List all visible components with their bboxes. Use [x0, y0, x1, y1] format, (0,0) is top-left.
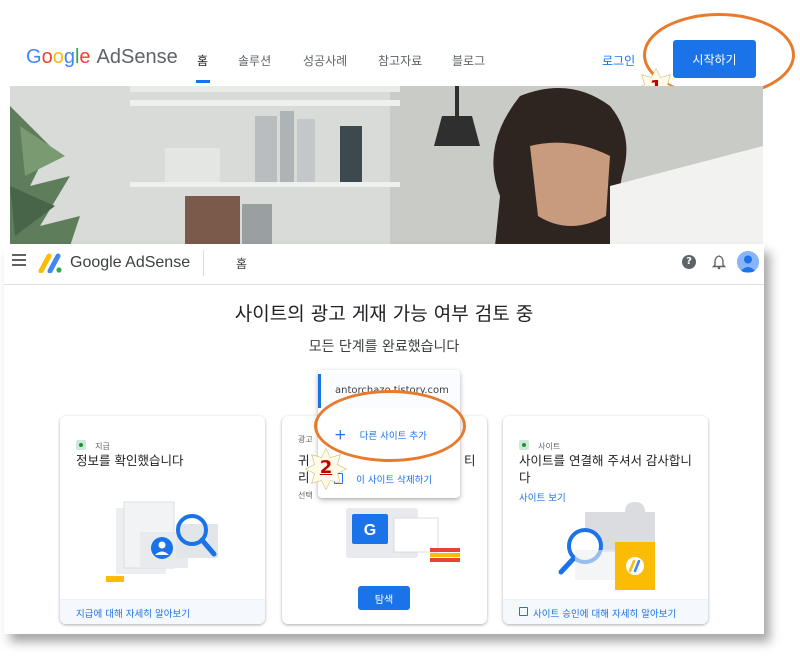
- adsense-app-window: Google AdSense 홈 ? 사이트의 광고 게재 가능 여부 검토 중…: [4, 244, 764, 634]
- nav-resources[interactable]: 참고자료: [378, 52, 422, 69]
- header-divider: [203, 250, 204, 276]
- nav-home[interactable]: 홈: [197, 52, 208, 69]
- sites-card-label-row: 사이트: [519, 434, 560, 453]
- check-status-icon: [76, 439, 86, 450]
- ads-card-desc: 선택: [298, 491, 313, 500]
- nav-active-indicator: [196, 80, 210, 83]
- annotation-step-2-badge: 2: [305, 448, 347, 490]
- remove-site-label: 이 사이트 삭제하기: [356, 474, 433, 486]
- sites-card-label: 사이트: [538, 442, 561, 451]
- ads-card-title-line1-end: 티: [464, 453, 476, 468]
- puzzle-illustration-icon: [558, 502, 655, 590]
- adsense-logo-icon: [38, 253, 62, 273]
- breadcrumb-home: 홈: [236, 257, 248, 271]
- notifications-bell-icon[interactable]: [712, 254, 726, 270]
- site-approval-learn-more-link[interactable]: 사이트 승인에 대해 자세히 알아보기: [533, 606, 676, 620]
- nav-blog[interactable]: 블로그: [452, 52, 485, 69]
- check-status-icon: [519, 439, 529, 450]
- ads-illustration-icon: G: [346, 508, 460, 562]
- help-icon[interactable]: ?: [682, 255, 696, 269]
- sites-card-title: 사이트를 연결해 주셔서 감사합니다: [519, 453, 692, 485]
- svg-text:G: G: [364, 522, 376, 539]
- page-title: 사이트의 광고 게재 가능 여부 검토 중: [234, 303, 534, 325]
- hero-photo: [10, 86, 763, 246]
- payments-card-label-row: 지급: [76, 434, 110, 453]
- logo-google-text: Google: [26, 46, 91, 68]
- payments-card-footer: 지급에 대해 자세히 알아보기: [60, 599, 265, 624]
- annotation-step-2-number: 2: [319, 457, 333, 478]
- sites-card-footer: 사이트 승인에 대해 자세히 알아보기: [503, 599, 708, 624]
- payments-learn-more-link[interactable]: 지급에 대해 자세히 알아보기: [76, 606, 190, 620]
- site-approval-icon: [519, 607, 528, 616]
- payments-card: 지급 정보를 확인했습니다 지급에 대해 자세히 알아보기: [60, 416, 265, 624]
- nav-success-stories[interactable]: 성공사례: [303, 52, 347, 69]
- nav-solutions[interactable]: 솔루션: [238, 52, 271, 69]
- payments-card-title: 정보를 확인했습니다: [76, 453, 184, 468]
- app-title: Google AdSense: [70, 254, 191, 271]
- page-subtitle: 모든 단계를 완료했습니다: [308, 339, 460, 355]
- explore-button[interactable]: 탐색: [358, 586, 410, 610]
- logo-product-text: AdSense: [96, 46, 178, 68]
- app-header: Google AdSense 홈 ?: [4, 244, 764, 285]
- menu-icon[interactable]: [12, 254, 26, 268]
- adsense-logo[interactable]: Google AdSense: [26, 46, 178, 69]
- payments-card-label: 지급: [95, 442, 110, 451]
- payments-illustration-icon: [106, 501, 218, 582]
- login-link[interactable]: 로그인: [602, 52, 635, 69]
- ads-card-label: 광고: [298, 435, 313, 444]
- sites-card: 사이트 사이트를 연결해 주셔서 감사합니다 사이트 보기 사이트 승인에 대해…: [503, 416, 708, 624]
- account-avatar[interactable]: [737, 251, 759, 273]
- remove-site-menu-item[interactable]: 이 사이트 삭제하기: [334, 468, 432, 487]
